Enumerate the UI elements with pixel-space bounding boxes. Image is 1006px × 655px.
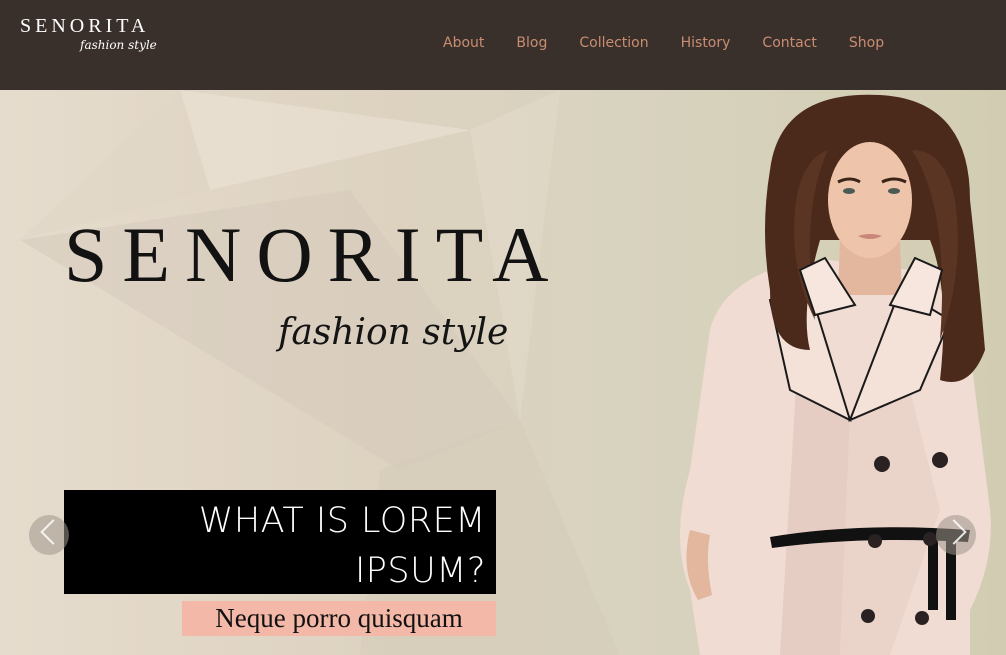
nav-link-blog[interactable]: Blog xyxy=(516,33,547,53)
site-header: SENORITA fashion style About Blog Collec… xyxy=(0,0,1006,90)
caption-subtext: Neque porro quisquam xyxy=(182,601,496,636)
nav-link-shop[interactable]: Shop xyxy=(849,33,884,53)
caption-line-1: WHAT IS LOREM xyxy=(198,501,486,541)
model-photo xyxy=(680,94,991,655)
logo-subtitle: fashion style xyxy=(80,38,157,52)
caption-line-2: IPSUM? xyxy=(354,551,486,591)
site-logo[interactable]: SENORITA fashion style xyxy=(20,14,157,52)
nav-link-about[interactable]: About xyxy=(443,33,484,53)
hero-title: SENORITA xyxy=(64,211,564,298)
chevron-right-icon xyxy=(941,519,967,545)
slide-caption-box: WHAT IS LOREM IPSUM? xyxy=(64,490,496,594)
main-nav: About Blog Collection History Contact Sh… xyxy=(443,33,884,53)
nav-link-contact[interactable]: Contact xyxy=(762,33,816,53)
slider-next-button[interactable] xyxy=(936,515,976,555)
hero-subtitle: fashion style xyxy=(278,312,509,353)
nav-link-history[interactable]: History xyxy=(681,33,731,53)
logo-title: SENORITA xyxy=(20,15,150,37)
slider-prev-button[interactable] xyxy=(29,515,69,555)
chevron-left-icon xyxy=(40,519,66,545)
nav-link-collection[interactable]: Collection xyxy=(579,33,648,53)
hero-slider: SENORITA fashion style WHAT IS LOREM IPS… xyxy=(0,90,1006,655)
